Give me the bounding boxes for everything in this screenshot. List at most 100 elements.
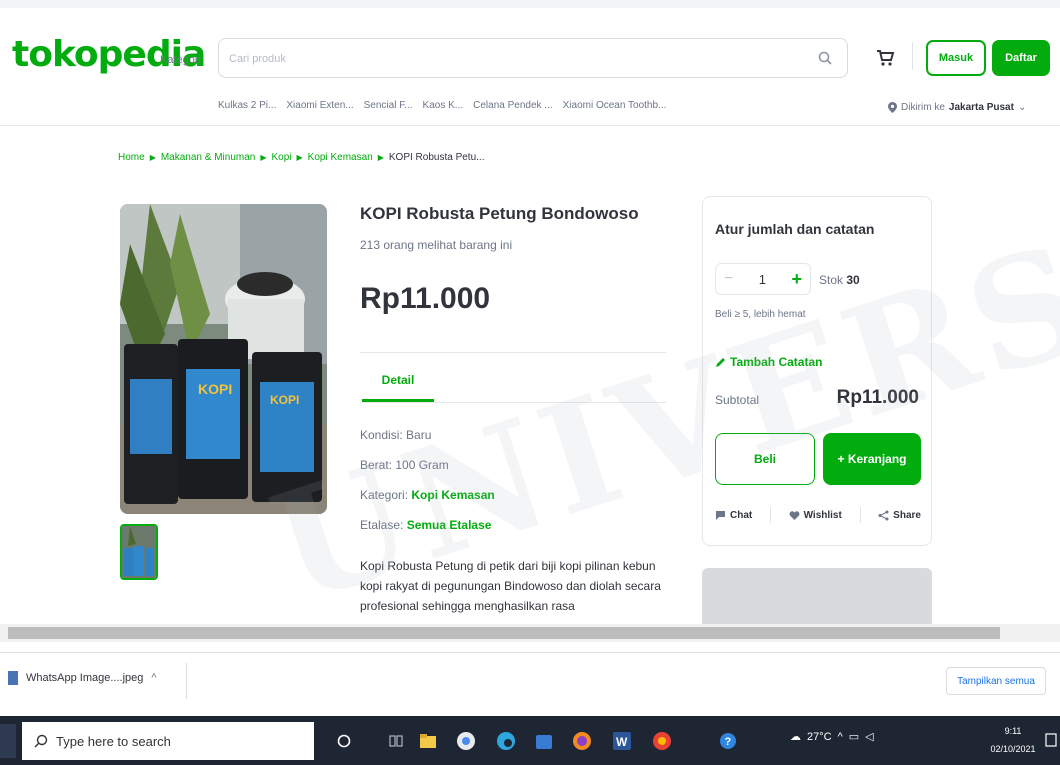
suggestion-link[interactable]: Celana Pendek ...	[473, 100, 553, 111]
location-value: Jakarta Pusat	[948, 102, 1014, 113]
chevron-right-icon: ▶	[260, 153, 267, 162]
store-icon[interactable]	[532, 729, 556, 753]
weather-icon[interactable]: ☁	[790, 730, 801, 743]
promo-placeholder	[702, 568, 932, 628]
firefox-icon[interactable]	[570, 729, 594, 753]
quantity-stepper: − 1 +	[715, 263, 811, 295]
breadcrumb-current: KOPI Robusta Petu...	[388, 152, 485, 163]
network-icon[interactable]: ▭	[849, 730, 859, 743]
spec-kondisi: Kondisi: Baru	[360, 428, 431, 442]
svg-text:W: W	[616, 735, 628, 749]
spec-label: Kondisi:	[360, 428, 403, 442]
cart-button[interactable]	[872, 46, 898, 70]
divider	[360, 402, 666, 403]
suggestion-link[interactable]: Xiaomi Ocean Toothb...	[563, 100, 667, 111]
share-button[interactable]: Share	[878, 510, 921, 521]
suggestion-link[interactable]: Kaos K...	[423, 100, 464, 111]
breadcrumb-subcategory[interactable]: Kopi	[272, 152, 292, 163]
tray-chevron-icon[interactable]: ^	[838, 731, 843, 743]
add-note-label: Tambah Catatan	[730, 355, 823, 369]
scrollbar-thumb[interactable]	[8, 627, 1000, 639]
location-pin-icon	[888, 102, 897, 113]
image-file-icon	[8, 671, 18, 685]
search-button[interactable]	[803, 39, 847, 77]
chevron-down-icon: ⌄	[1017, 102, 1027, 113]
product-price: Rp11.000	[360, 282, 491, 315]
breadcrumb-home[interactable]: Home	[118, 152, 145, 163]
login-button[interactable]: Masuk	[926, 40, 986, 76]
stock-info: Stok 30	[819, 273, 860, 287]
word-icon[interactable]: W	[610, 729, 634, 753]
spec-value: 100 Gram	[395, 458, 449, 472]
clock-time: 9:11	[1004, 726, 1022, 736]
pencil-icon	[716, 357, 725, 367]
suggestion-link[interactable]: Sencial F...	[364, 100, 413, 111]
chevron-right-icon: ▶	[377, 153, 384, 162]
spec-value: Baru	[406, 428, 432, 442]
download-item[interactable]: WhatsApp Image....jpeg ^	[8, 671, 157, 685]
shipping-location[interactable]: Dikirim ke Jakarta Pusat ⌄	[888, 102, 1026, 113]
product-thumbnail[interactable]	[120, 524, 158, 580]
add-note-link[interactable]: Tambah Catatan	[715, 355, 822, 369]
suggestion-link[interactable]: Xiaomi Exten...	[286, 100, 353, 111]
divider	[769, 507, 771, 523]
chat-button[interactable]: Chat	[715, 510, 752, 521]
site-header: tokopedia Kategori Masuk Daftar Kulkas 2…	[0, 8, 1060, 126]
taskbar-search[interactable]: Type here to search	[22, 722, 314, 760]
taskbar-clock[interactable]: 9:11 02/10/2021	[986, 722, 1040, 758]
decrease-button[interactable]: −	[724, 270, 733, 288]
spec-etalase: Etalase: Semua Etalase	[360, 518, 491, 532]
breadcrumb-category[interactable]: Makanan & Minuman	[161, 152, 256, 163]
quantity-value[interactable]: 1	[759, 272, 766, 287]
temperature[interactable]: 27°C	[807, 731, 832, 743]
spec-label: Etalase:	[360, 518, 404, 532]
chevron-right-icon: ▶	[296, 153, 303, 162]
breadcrumb-leaf-category[interactable]: Kopi Kemasan	[308, 152, 373, 163]
divider	[859, 507, 861, 523]
product-description: Kopi Robusta Petung di petik dari biji k…	[360, 559, 661, 613]
add-to-cart-button[interactable]: + Keranjang	[823, 433, 921, 485]
etalase-link[interactable]: Semua Etalase	[407, 518, 492, 532]
file-explorer-icon[interactable]	[416, 729, 440, 753]
browser-page: tokopedia Kategori Masuk Daftar Kulkas 2…	[0, 0, 1060, 765]
taskbar-search-placeholder: Type here to search	[56, 733, 171, 749]
start-button[interactable]	[0, 724, 16, 758]
edge-icon[interactable]	[494, 729, 518, 753]
increase-button[interactable]: +	[791, 269, 802, 290]
product-views: 213 orang melihat barang ini	[360, 238, 513, 252]
browser-top-strip	[0, 0, 1060, 8]
svg-text:KOPI: KOPI	[198, 381, 232, 397]
stock-value: 30	[846, 273, 860, 287]
cortana-icon[interactable]	[332, 729, 356, 753]
product-title: KOPI Robusta Petung Bondowoso	[360, 204, 639, 223]
tab-detail[interactable]: Detail	[362, 360, 434, 402]
notification-icon[interactable]	[1044, 730, 1058, 750]
spec-berat: Berat: 100 Gram	[360, 458, 449, 472]
search-input[interactable]	[229, 49, 789, 69]
spec-label: Kategori:	[360, 488, 409, 502]
wishlist-button[interactable]: Wishlist	[789, 510, 842, 521]
buy-button[interactable]: Beli	[715, 433, 815, 485]
task-view-icon[interactable]	[384, 729, 408, 753]
kategori-menu[interactable]: Kategori	[160, 54, 201, 66]
register-button[interactable]: Daftar	[992, 40, 1050, 76]
system-tray: ☁ 27°C ^ ▭ ◁	[790, 730, 874, 744]
help-icon[interactable]: ?	[716, 729, 740, 753]
product-main-image[interactable]: KOPI KOPI	[120, 204, 327, 514]
chat-label: Chat	[730, 509, 753, 521]
search-icon	[818, 51, 832, 65]
chrome-active-icon[interactable]	[650, 729, 674, 753]
chrome-icon[interactable]	[454, 729, 478, 753]
bulk-note: Beli ≥ 5, lebih hemat	[715, 309, 806, 320]
subtotal-value: Rp11.000	[836, 387, 919, 408]
chevron-up-icon[interactable]: ^	[151, 672, 156, 684]
horizontal-scrollbar[interactable]	[0, 624, 1060, 642]
kategori-link[interactable]: Kopi Kemasan	[411, 488, 494, 502]
svg-text:KOPI: KOPI	[270, 393, 299, 407]
chevron-right-icon: ▶	[149, 153, 156, 162]
show-all-downloads-button[interactable]: Tampilkan semua	[946, 667, 1046, 695]
download-bar: WhatsApp Image....jpeg ^ Tampilkan semua	[0, 652, 1060, 708]
volume-icon[interactable]: ◁	[865, 730, 873, 743]
subtotal-label: Subtotal	[715, 393, 760, 407]
suggestion-link[interactable]: Kulkas 2 Pi...	[218, 100, 276, 111]
